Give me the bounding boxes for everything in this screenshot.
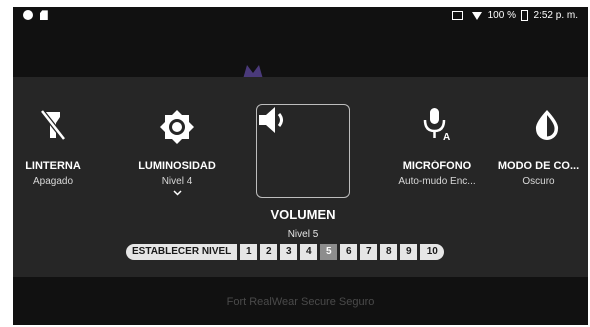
level-button-5-selected[interactable]: 5 [320, 244, 338, 260]
level-selector: ESTABLECER NIVEL 1 2 3 4 5 6 7 8 9 10 [126, 244, 445, 260]
microphone-auto-icon: A [423, 108, 450, 141]
tile-color-mode-label: MODO DE CO... [497, 160, 580, 172]
tile-microphone-state: Auto-mudo Enc... [398, 176, 476, 187]
battery-percent: 100 % [487, 10, 516, 21]
status-bar: 100 % 2:52 p. m. [13, 7, 588, 25]
status-left-icons [23, 10, 48, 21]
status-right: 100 % 2:52 p. m. [452, 10, 578, 21]
set-level-label: ESTABLECER NIVEL [126, 244, 238, 260]
level-button-4[interactable]: 4 [300, 244, 318, 260]
tile-brightness-state: Nivel 4 [161, 176, 193, 187]
tile-microphone-label: MICRÓFONO [402, 160, 472, 172]
quick-settings-panel: LINTERNA Apagado LUMINOSIDAD Nivel 4 VOL… [13, 77, 588, 277]
device-screen: 100 % 2:52 p. m. Fort RealWear Secure Se… [13, 7, 588, 325]
battery-icon [520, 10, 528, 21]
tile-color-mode-state: Oscuro [522, 176, 555, 187]
tile-flashlight-state: Apagado [32, 176, 74, 187]
tile-volume-state: Nivel 5 [287, 229, 319, 240]
level-button-6[interactable]: 6 [340, 244, 358, 260]
cast-icon [452, 11, 464, 20]
level-button-2[interactable]: 2 [260, 244, 278, 260]
level-button-9[interactable]: 9 [400, 244, 418, 260]
level-button-3[interactable]: 3 [280, 244, 298, 260]
background-footer-text: Fort RealWear Secure Seguro [226, 296, 375, 308]
clock: 2:52 p. m. [533, 10, 578, 21]
level-button-10[interactable]: 10 [420, 244, 445, 260]
notification-dot-icon [23, 10, 33, 21]
tile-volume[interactable] [256, 104, 350, 198]
volume-icon [259, 107, 283, 133]
level-button-1[interactable]: 1 [240, 244, 258, 260]
level-button-7[interactable]: 7 [360, 244, 378, 260]
wifi-icon [471, 11, 482, 20]
tile-brightness-label: LUMINOSIDAD [138, 160, 216, 172]
brightness-icon [160, 110, 194, 144]
dark-mode-icon [535, 110, 559, 140]
sd-card-icon [39, 10, 48, 21]
svg-text:A: A [443, 132, 450, 141]
chevron-down-icon[interactable] [173, 190, 182, 196]
tile-flashlight-label: LINTERNA [25, 160, 81, 172]
tile-volume-label: VOLUMEN [270, 207, 336, 222]
level-button-8[interactable]: 8 [380, 244, 398, 260]
flashlight-off-icon [40, 109, 66, 141]
